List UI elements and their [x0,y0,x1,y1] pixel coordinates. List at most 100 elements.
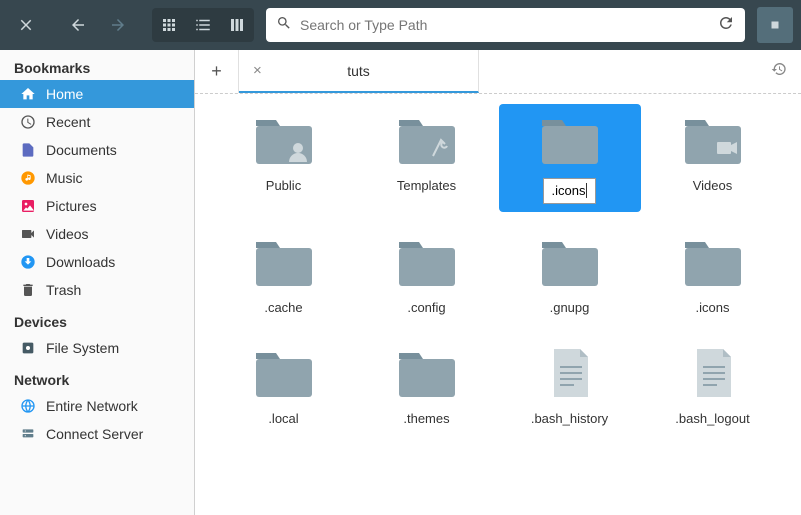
close-button[interactable] [8,7,44,43]
square-icon [768,18,782,32]
arrow-left-icon [69,16,87,34]
reload-button[interactable] [717,14,735,37]
downloads-icon [20,254,36,270]
list-icon [194,16,212,34]
toolbar [0,0,801,50]
file-item-public[interactable]: Public [219,112,349,204]
search-input[interactable] [300,17,709,33]
sidebar-section-network: Network [0,362,194,392]
pictures-icon [20,198,36,214]
sidebar-item-label: Entire Network [46,398,138,414]
folder-icon [395,234,459,290]
search-icon [276,15,292,36]
sidebar-item-home[interactable]: Home [0,80,194,108]
sidebar-item-recent[interactable]: Recent [0,108,194,136]
view-list-button[interactable] [186,8,220,42]
grid-icon [160,16,178,34]
file-item-cache[interactable]: .cache [219,234,349,315]
file-label: .gnupg [550,300,590,315]
arrow-right-icon [109,16,127,34]
sidebar-item-videos[interactable]: Videos [0,220,194,248]
file-item-icons-editing[interactable]: .icons [499,104,641,212]
new-tab-button[interactable]: + [195,50,239,93]
document-icon [681,345,745,401]
file-label: .icons [696,300,730,315]
file-label: .bash_history [531,411,608,426]
file-label: .local [268,411,298,426]
file-item-gnupg[interactable]: .gnupg [505,234,635,315]
sidebar-item-label: Videos [46,226,89,242]
folder-icon [538,234,602,290]
home-icon [20,86,36,102]
tab-spacer [479,50,801,93]
documents-icon [20,142,36,158]
main-area: Bookmarks Home Recent Documents Music Pi… [0,50,801,515]
content-area: + × tuts Public Templates [195,50,801,515]
file-label: .bash_logout [675,411,749,426]
sidebar-section-devices: Devices [0,304,194,334]
sidebar-item-label: Music [46,170,83,186]
folder-icon [252,234,316,290]
sidebar-item-label: Downloads [46,254,115,270]
file-item-bash-history[interactable]: .bash_history [505,345,635,426]
plus-icon: + [211,61,222,82]
folder-icon [395,345,459,401]
network-icon [20,398,36,414]
sidebar-item-label: Recent [46,114,90,130]
forward-button[interactable] [100,7,136,43]
file-label: Videos [693,178,733,193]
sidebar-item-documents[interactable]: Documents [0,136,194,164]
document-icon [538,345,602,401]
path-bar [266,8,745,42]
file-item-templates[interactable]: Templates [362,112,492,204]
reload-icon [717,14,735,32]
close-icon [17,16,35,34]
filesystem-icon [20,340,36,356]
history-button[interactable] [771,61,787,82]
folder-icon [681,112,745,168]
tab-close-button[interactable]: × [253,62,262,79]
sidebar-item-label: Trash [46,282,81,298]
file-item-bash-logout[interactable]: .bash_logout [648,345,778,426]
folder-icon [252,345,316,401]
tab-tuts[interactable]: × tuts [239,50,479,93]
music-icon [20,170,36,186]
view-columns-button[interactable] [220,8,254,42]
sidebar-item-filesystem[interactable]: File System [0,334,194,362]
tab-label: tuts [347,63,370,79]
menu-button[interactable] [757,7,793,43]
trash-icon [20,282,36,298]
tab-bar: + × tuts [195,50,801,94]
sidebar-item-connect-server[interactable]: Connect Server [0,420,194,448]
sidebar-item-label: Home [46,86,83,102]
videos-icon [20,226,36,242]
file-label: .cache [264,300,302,315]
sidebar-item-label: Connect Server [46,426,143,442]
file-label-editing[interactable]: .icons [552,183,588,198]
sidebar: Bookmarks Home Recent Documents Music Pi… [0,50,195,515]
file-item-icons[interactable]: .icons [648,234,778,315]
sidebar-section-bookmarks: Bookmarks [0,50,194,80]
file-item-config[interactable]: .config [362,234,492,315]
clock-icon [20,114,36,130]
file-item-themes[interactable]: .themes [362,345,492,426]
sidebar-item-label: Pictures [46,198,97,214]
sidebar-item-label: Documents [46,142,117,158]
file-label: Templates [397,178,456,193]
file-item-local[interactable]: .local [219,345,349,426]
history-icon [771,61,787,77]
sidebar-item-downloads[interactable]: Downloads [0,248,194,276]
file-label: .config [407,300,445,315]
sidebar-item-music[interactable]: Music [0,164,194,192]
sidebar-item-trash[interactable]: Trash [0,276,194,304]
sidebar-item-pictures[interactable]: Pictures [0,192,194,220]
view-icons-button[interactable] [152,8,186,42]
file-label: Public [266,178,301,193]
sidebar-item-network[interactable]: Entire Network [0,392,194,420]
folder-icon [538,112,602,168]
columns-icon [228,16,246,34]
back-button[interactable] [60,7,96,43]
file-item-videos[interactable]: Videos [648,112,778,204]
folder-icon [681,234,745,290]
folder-icon [252,112,316,168]
